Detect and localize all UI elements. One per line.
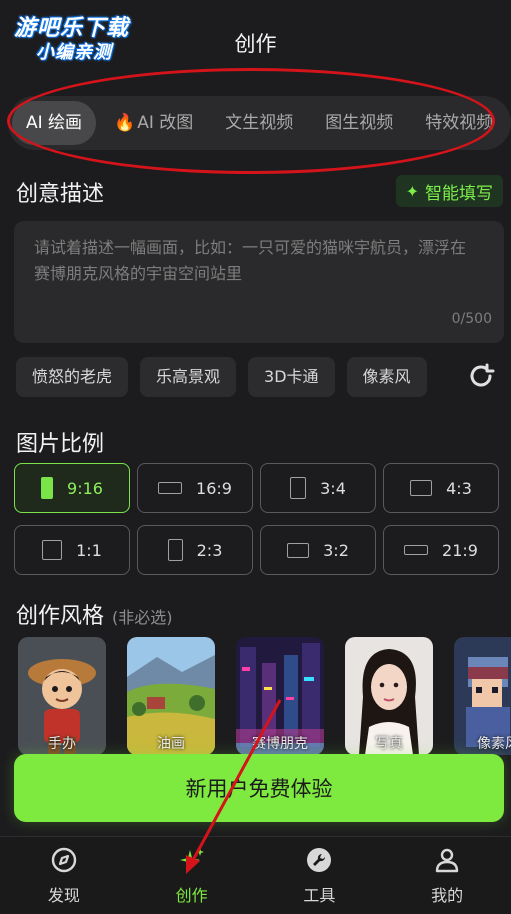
- sparkle-icon: [179, 847, 204, 870]
- style-card-oil[interactable]: 油画: [127, 637, 215, 755]
- tab-ai-edit[interactable]: 🔥 AI 改图: [100, 101, 207, 145]
- ratio-option-3-2[interactable]: 3:2: [260, 525, 376, 575]
- sparkle-icon: ✦: [405, 181, 419, 201]
- ratio-option-21-9[interactable]: 21:9: [383, 525, 499, 575]
- wrench-icon: [307, 847, 332, 872]
- ratio-label: 16:9: [196, 478, 232, 498]
- portrait-icon: [290, 477, 307, 499]
- landscape-icon: [287, 542, 310, 558]
- square-icon: [42, 540, 63, 560]
- ratio-option-2-3[interactable]: 2:3: [137, 525, 253, 575]
- ratio-option-3-4[interactable]: 3:4: [260, 463, 376, 513]
- ratio-option-1-1[interactable]: 1:1: [14, 525, 130, 575]
- flame-icon: 🔥: [114, 113, 136, 133]
- nav-label: 我的: [431, 885, 464, 905]
- nav-item-tools[interactable]: 工具: [256, 837, 384, 914]
- user-icon: [435, 848, 459, 872]
- portrait-icon: [167, 539, 183, 561]
- style-label: 手办: [48, 736, 76, 752]
- smart-fill-button[interactable]: ✦ 智能填写: [395, 175, 503, 207]
- landscape-icon: [410, 480, 433, 496]
- suggestion-chip[interactable]: 像素风: [346, 357, 427, 397]
- nav-item-me[interactable]: 我的: [383, 837, 511, 914]
- ratio-label: 3:4: [320, 478, 346, 498]
- tab-text-to-video[interactable]: 文生视频: [211, 101, 307, 145]
- tab-label: AI 改图: [137, 113, 194, 133]
- styles-subtitle: (非必选): [112, 608, 173, 627]
- ratio-option-9-16[interactable]: 9:16: [14, 463, 130, 513]
- ratio-label: 21:9: [442, 540, 478, 560]
- style-label: 油画: [157, 736, 185, 752]
- style-card-portrait[interactable]: 写真: [345, 637, 433, 755]
- nav-item-create[interactable]: 创作: [128, 837, 256, 914]
- tab-label: AI 绘画: [26, 113, 83, 133]
- char-counter: 0/500: [451, 311, 492, 327]
- nav-item-discover[interactable]: 发现: [0, 837, 128, 914]
- style-card-cyberpunk[interactable]: 赛博朋克: [236, 637, 324, 755]
- creation-type-tabs: AI 绘画 🔥 AI 改图 文生视频 图生视频 特效视频: [8, 96, 511, 150]
- ratio-grid: 9:16 16:9 3:4 4:3 1:1 2:3 3:2 21:9: [14, 463, 504, 575]
- tab-label: 文生视频: [225, 113, 294, 133]
- style-label: 赛博朋克: [252, 736, 308, 752]
- ratio-label: 4:3: [446, 478, 472, 498]
- description-title: 创意描述: [16, 182, 105, 207]
- style-label: 写真: [375, 736, 403, 752]
- refresh-icon[interactable]: [465, 360, 497, 392]
- style-card-figure[interactable]: 手办: [18, 637, 106, 755]
- style-card-pixel[interactable]: 像素风: [454, 637, 511, 755]
- tab-label: 特效视频: [425, 113, 494, 133]
- suggestion-chip[interactable]: 3D卡通: [248, 357, 335, 397]
- suggestion-chip[interactable]: 愤怒的老虎: [16, 357, 129, 397]
- ultrawide-icon: [404, 545, 429, 555]
- tab-image-to-video[interactable]: 图生视频: [311, 101, 407, 145]
- prompt-box: 0/500: [14, 221, 504, 343]
- ratio-label: 2:3: [196, 540, 223, 560]
- nav-label: 工具: [303, 885, 336, 905]
- smart-fill-label: 智能填写: [425, 183, 493, 204]
- suggestion-chip[interactable]: 乐高景观: [140, 357, 237, 397]
- ratio-label: 3:2: [323, 540, 349, 560]
- prompt-input[interactable]: [34, 235, 474, 305]
- ratio-option-4-3[interactable]: 4:3: [383, 463, 499, 513]
- styles-title-text: 创作风格: [16, 604, 105, 629]
- tab-effects-video[interactable]: 特效视频: [411, 101, 507, 145]
- free-trial-button[interactable]: 新用户免费体验: [14, 754, 504, 822]
- style-label: 像素风: [477, 736, 511, 752]
- ratio-option-16-9[interactable]: 16:9: [137, 463, 253, 513]
- ratio-title: 图片比例: [16, 432, 105, 457]
- styles-title: 创作风格 (非必选): [16, 598, 173, 630]
- compass-icon: [51, 847, 77, 872]
- ratio-label: 9:16: [67, 478, 103, 498]
- page-title: 创作: [234, 32, 277, 56]
- nav-label: 发现: [47, 885, 80, 905]
- nav-label: 创作: [175, 885, 208, 905]
- tab-label: 图生视频: [325, 113, 394, 133]
- bottom-nav: 发现 创作 工具 我的: [0, 836, 511, 914]
- suggestion-chips: 愤怒的老虎 乐高景观 3D卡通 像素风: [16, 356, 427, 398]
- tab-ai-drawing[interactable]: AI 绘画: [12, 101, 97, 145]
- style-carousel: 手办 油画 赛博朋克 写真 像素: [18, 637, 511, 757]
- landscape-wide-icon: [158, 482, 183, 494]
- portrait-tall-icon: [41, 477, 54, 499]
- ratio-label: 1:1: [76, 540, 102, 560]
